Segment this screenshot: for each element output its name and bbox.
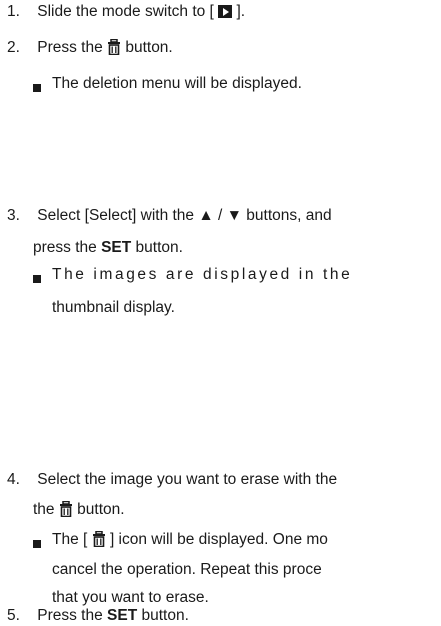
note-text: The [ xyxy=(52,531,92,548)
trash-icon xyxy=(107,38,121,61)
step-number: 2. xyxy=(7,39,20,56)
note-text-end: ] icon will be displayed. One mo xyxy=(105,531,328,548)
note-step-4-line-2: cancel the operation. Repeat this proce xyxy=(52,561,322,578)
step-text: Press the xyxy=(37,39,108,56)
set-label: SET xyxy=(101,239,132,256)
step-number: 4. xyxy=(7,471,20,488)
step-3: 3. Select [Select] with the ▲ / ▼ button… xyxy=(7,206,332,226)
bullet xyxy=(33,84,41,92)
note-step-3-line-1: The images are displayed in the xyxy=(52,266,353,283)
step-text: Slide the mode switch to [ xyxy=(37,3,219,20)
trash-icon xyxy=(59,500,73,523)
step-text: Select the image you want to erase with … xyxy=(37,471,338,488)
step-text: Select [Select] with the ▲ / ▼ buttons, … xyxy=(37,207,332,224)
play-mode-icon xyxy=(218,5,233,18)
step-text: press the xyxy=(33,239,102,256)
step-text-end: button. xyxy=(121,39,173,56)
step-3-line-2: press the SET button. xyxy=(33,238,183,258)
step-text-end: button. xyxy=(72,501,125,518)
step-2: 2. Press the button. xyxy=(7,38,173,61)
step-number: 1. xyxy=(7,3,20,20)
step-text-end: ]. xyxy=(232,3,246,20)
step-5: 5. Press the SET button. xyxy=(7,606,189,626)
step-text: the xyxy=(33,501,59,518)
step-1: 1. Slide the mode switch to [ ]. xyxy=(7,2,245,22)
trash-icon xyxy=(92,530,106,553)
bullet xyxy=(33,275,41,283)
step-4-line-2: the button. xyxy=(33,500,125,523)
step-text-end: button. xyxy=(131,239,183,256)
note-step-4-line-1: The [ ] icon will be displayed. One mo xyxy=(52,530,328,553)
bullet xyxy=(33,540,41,548)
step-number: 3. xyxy=(7,207,20,224)
note-step-3-line-2: thumbnail display. xyxy=(52,299,175,316)
step-4: 4. Select the image you want to erase wi… xyxy=(7,470,337,490)
note-step-4-line-3: that you want to erase. xyxy=(52,589,209,606)
note-step-2: The deletion menu will be displayed. xyxy=(52,75,302,92)
